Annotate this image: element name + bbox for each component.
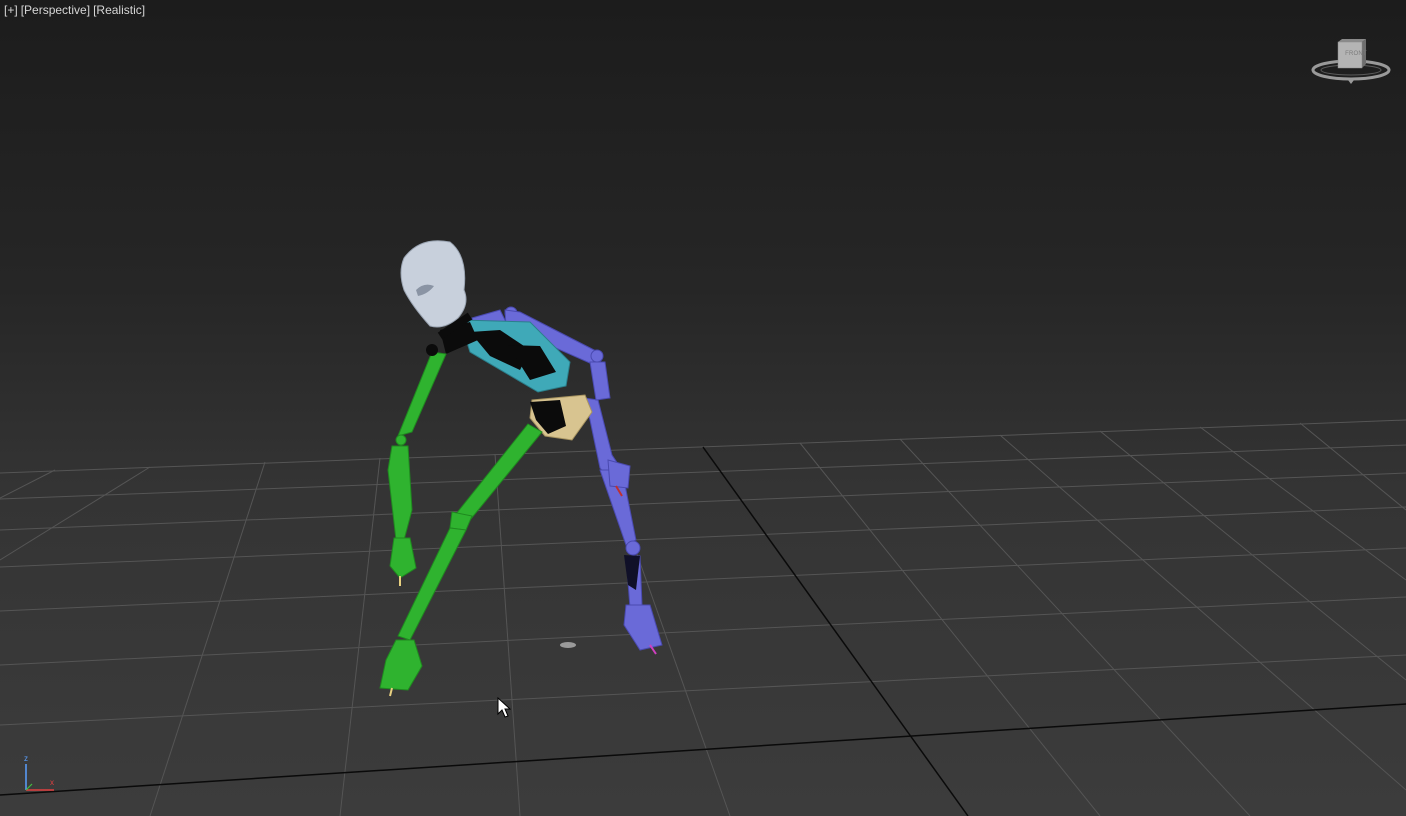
axis-x-label: x [50,778,54,787]
viewport-plus-menu[interactable]: [+] [4,3,18,17]
left-shoulder-joint [426,344,438,356]
axis-z-label: z [24,754,28,763]
mouse-pointer-icon [497,697,511,718]
axis-tripod-icon: z x [18,754,62,796]
viewcube-face-label: FRONT [1345,51,1367,57]
biped-character[interactable] [379,240,663,697]
viewport-view-menu[interactable]: [Perspective] [21,3,90,17]
scene-canvas[interactable] [0,0,1406,816]
left-arm[interactable] [387,351,447,579]
right-leg[interactable] [583,397,663,651]
viewport-label-menu[interactable]: [+] [Perspective] [Realistic] [4,3,148,17]
viewcube-icon[interactable]: FRONT [1310,36,1392,86]
viewport-shading-menu[interactable]: [Realistic] [93,3,145,17]
perspective-viewport[interactable]: [+] [Perspective] [Realistic] FRONT z x [0,0,1406,816]
ground-grid [0,419,1406,816]
head[interactable] [400,240,467,328]
ground-marker [560,642,576,648]
viewcube-graphic [1311,39,1391,84]
